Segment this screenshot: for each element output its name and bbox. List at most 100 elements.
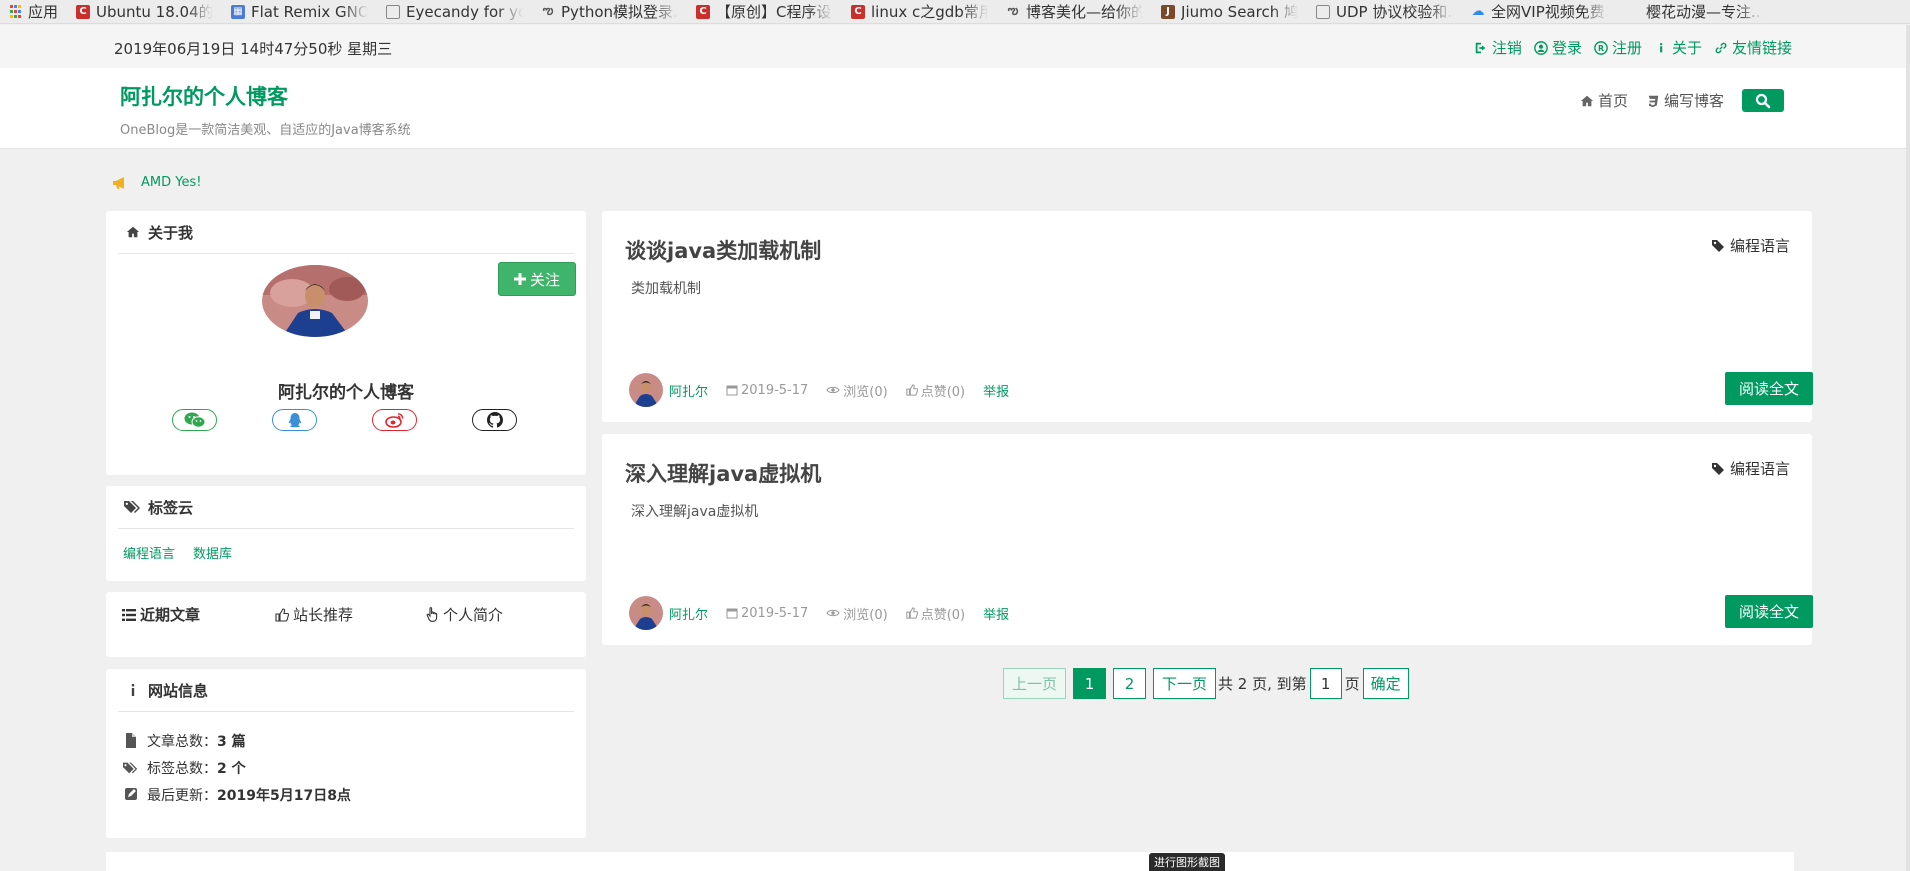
tab-recent-articles[interactable]: 近期文章 xyxy=(122,604,275,625)
tags-icon xyxy=(118,500,148,514)
article-summary: 类加载机制 xyxy=(631,281,701,297)
tab-profile-label: 个人简介 xyxy=(443,606,504,624)
csdn-icon: C xyxy=(696,4,711,19)
qq-button[interactable] xyxy=(272,409,317,431)
svg-text:R: R xyxy=(1598,44,1604,53)
bookmark-item[interactable]: C 【原创】C程序设... xyxy=(688,0,843,23)
follow-button[interactable]: 关注 xyxy=(498,262,576,296)
page-1-button[interactable]: 1 xyxy=(1073,668,1106,699)
footer-card xyxy=(106,852,1794,871)
eye-icon xyxy=(826,609,840,617)
notice-text[interactable]: AMD Yes! xyxy=(141,175,201,190)
tag-link[interactable]: 数据库 xyxy=(193,543,232,562)
site-header: 阿扎尔的个人博客 OneBlog是一款简洁美观、自适应的Java博客系统 首页 … xyxy=(0,68,1910,149)
site-info-list: 文章总数：3 篇 标签总数：2 个 最后更新：2019年5月17日8点 xyxy=(123,727,351,808)
report-link[interactable]: 举报 xyxy=(983,381,1009,400)
info-row-articles: 文章总数：3 篇 xyxy=(123,727,351,754)
register-link[interactable]: R 注册 xyxy=(1594,37,1642,58)
hand-pointer-icon xyxy=(426,607,438,622)
info-value: 2 个 xyxy=(217,760,246,777)
prev-page-button[interactable]: 上一页 xyxy=(1003,668,1066,699)
login-link[interactable]: 登录 xyxy=(1534,37,1582,58)
article-author[interactable]: 阿扎尔 xyxy=(669,381,708,400)
article-views: 浏览(0) xyxy=(826,604,888,623)
article-views: 浏览(0) xyxy=(826,381,888,400)
about-link[interactable]: 关于 xyxy=(1654,37,1702,58)
article-category-label: 编程语言 xyxy=(1729,460,1790,478)
article-meta: 阿扎尔 2019-5-17 浏览(0) 点赞(0) 举报 xyxy=(629,596,1009,630)
search-button[interactable] xyxy=(1742,89,1784,112)
tab-recent-label: 近期文章 xyxy=(140,606,201,624)
article-category[interactable]: 编程语言 xyxy=(1711,235,1790,256)
tab-recommended[interactable]: 站长推荐 xyxy=(275,604,426,625)
bookmark-label: UDP 协议校验和... xyxy=(1336,3,1454,21)
bookmark-label: Flat Remix GNO... xyxy=(251,2,369,21)
article-author[interactable]: 阿扎尔 xyxy=(669,604,708,623)
plus-icon xyxy=(513,273,526,285)
logout-link[interactable]: 注销 xyxy=(1474,37,1522,58)
bookmark-label: Eyecandy for yo... xyxy=(406,2,523,21)
about-card: 关于我 关注 阿扎尔的个人博客 xyxy=(106,211,586,475)
tags-icon xyxy=(123,762,138,773)
goto-page-input[interactable]: 1 xyxy=(1309,668,1342,699)
read-more-button[interactable]: 阅读全文 xyxy=(1725,372,1813,405)
confirm-button[interactable]: 确定 xyxy=(1362,668,1409,699)
list-icon xyxy=(122,608,136,621)
page-2-button[interactable]: 2 xyxy=(1113,668,1146,699)
next-page-button[interactable]: 下一页 xyxy=(1153,668,1216,699)
bookmark-item[interactable]: J Jiumo Search 鸠... xyxy=(1153,0,1308,23)
site-info-heading: 网站信息 xyxy=(118,669,574,712)
css3-icon xyxy=(1648,95,1659,107)
csdn-icon: C xyxy=(851,4,866,19)
nav-write-blog[interactable]: 编写博客 xyxy=(1646,90,1724,111)
bookmark-item[interactable]: UDP 协议校验和... xyxy=(1308,0,1463,23)
nav-home-label: 首页 xyxy=(1597,92,1628,110)
article-title[interactable]: 深入理解java虚拟机 xyxy=(625,458,821,488)
friend-links-link[interactable]: 友情链接 xyxy=(1714,37,1792,58)
bookmark-label: 博客美化—给你的... xyxy=(1026,3,1144,21)
bookmark-label: 【原创】C程序设... xyxy=(716,3,834,21)
pagination: 上一页 1 2 下一页 共 2 页, 到第 1 页 确定 xyxy=(1003,668,1409,699)
read-more-button[interactable]: 阅读全文 xyxy=(1725,595,1813,628)
cnblogs-icon: ఌ xyxy=(542,3,554,17)
bullhorn-icon xyxy=(113,176,124,189)
article-title[interactable]: 谈谈java类加载机制 xyxy=(625,235,821,265)
wechat-icon xyxy=(184,412,205,428)
github-button[interactable] xyxy=(472,409,517,431)
article-tabs-card: 近期文章 站长推荐 个人简介 xyxy=(106,592,586,657)
user-circle-icon xyxy=(1534,40,1548,55)
author-avatar xyxy=(629,596,663,630)
social-links xyxy=(172,409,517,431)
scrollbar[interactable] xyxy=(1906,25,1910,871)
info-label: 标签总数： xyxy=(147,760,217,777)
report-link[interactable]: 举报 xyxy=(983,604,1009,623)
bookmark-item[interactable]: ఌ Python模拟登录... xyxy=(533,0,688,23)
sign-out-icon xyxy=(1475,42,1486,53)
site-title[interactable]: 阿扎尔的个人博客 xyxy=(120,81,288,111)
bookmark-item[interactable]: ☁ 全网VIP视频免费... xyxy=(1463,0,1618,23)
bookmarks-bar: 应用 CUbuntu 18.04的... ▦Flat Remix GNO... … xyxy=(0,0,1910,24)
weibo-button[interactable] xyxy=(372,409,417,431)
bookmark-apps[interactable]: 应用 xyxy=(0,0,68,23)
article-tabs: 近期文章 站长推荐 个人简介 xyxy=(106,604,586,625)
nav-home[interactable]: 首页 xyxy=(1580,90,1628,111)
tab-profile[interactable]: 个人简介 xyxy=(426,604,503,625)
register-label: 注册 xyxy=(1611,39,1642,57)
file-icon xyxy=(126,733,136,748)
article-category[interactable]: 编程语言 xyxy=(1711,458,1790,479)
friend-links-label: 友情链接 xyxy=(1731,39,1792,57)
bookmark-item[interactable]: C Ubuntu 18.04的... xyxy=(68,0,223,23)
screenshot-tooltip: 进行图形截图 xyxy=(1149,853,1225,871)
wechat-button[interactable] xyxy=(172,409,217,431)
article-likes[interactable]: 点赞(0) xyxy=(906,381,965,400)
bookmark-item[interactable]: 樱花动漫—专注... xyxy=(1618,0,1773,23)
bookmark-item[interactable]: ▦ Flat Remix GNO... xyxy=(223,0,378,23)
bookmark-item[interactable]: ఌ 博客美化—给你的... xyxy=(998,0,1153,23)
bookmark-label: Jiumo Search 鸠... xyxy=(1181,3,1299,21)
article-likes[interactable]: 点赞(0) xyxy=(906,604,965,623)
bookmark-item[interactable]: Eyecandy for yo... xyxy=(378,0,533,23)
article-card: 深入理解java虚拟机 编程语言 深入理解java虚拟机 阿扎尔 2019-5-… xyxy=(602,434,1813,645)
bookmark-item[interactable]: Clinux c之gdb常用... xyxy=(843,0,998,23)
bookmark-label: 樱花动漫—专注... xyxy=(1646,3,1764,21)
tag-link[interactable]: 编程语言 xyxy=(123,543,175,562)
